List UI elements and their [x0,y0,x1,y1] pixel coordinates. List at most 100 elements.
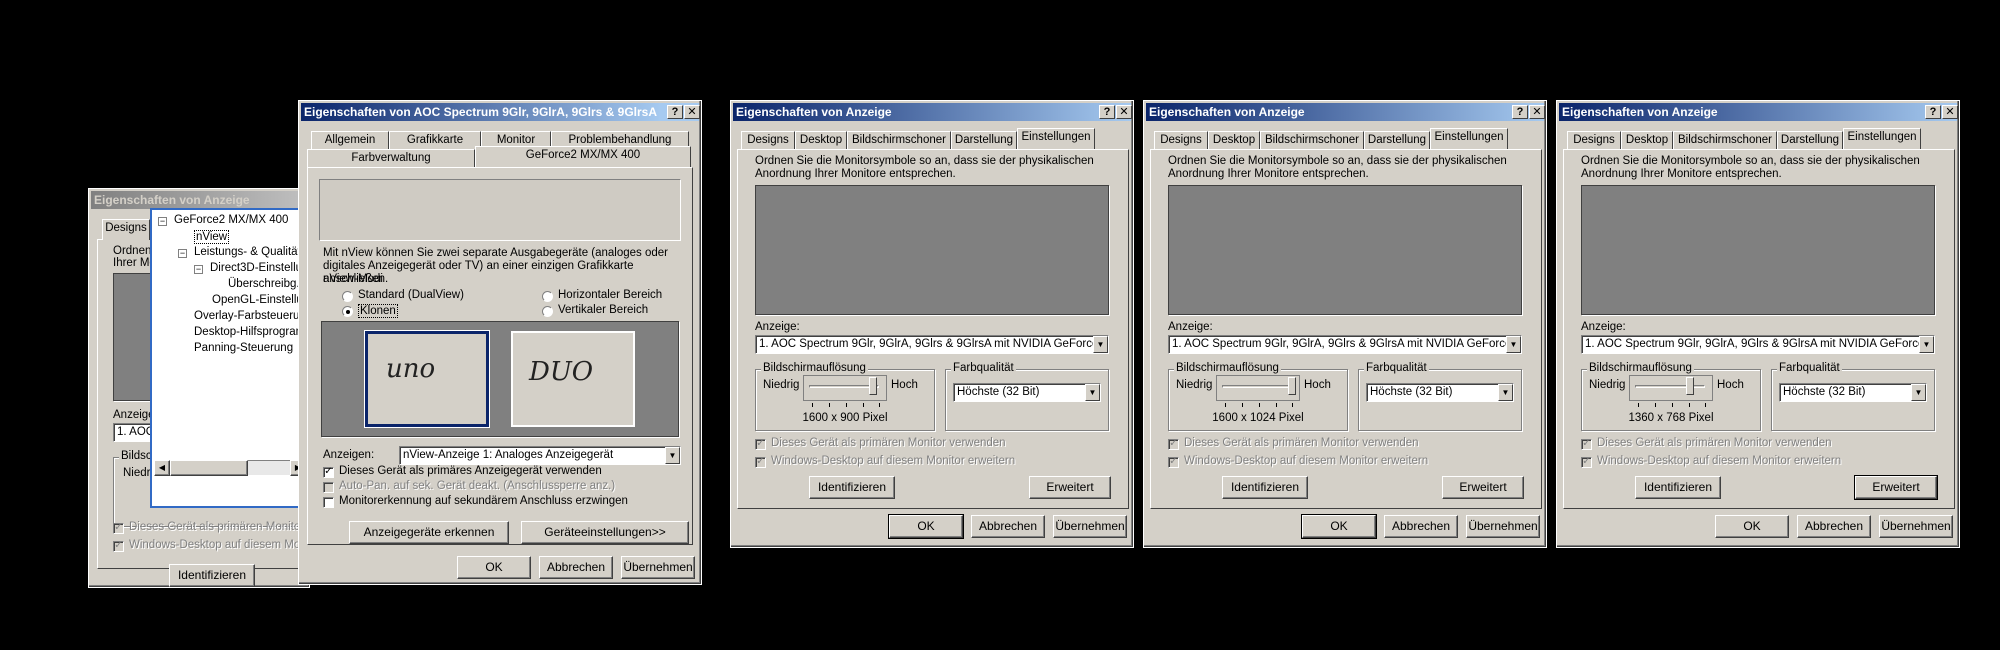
window-titlebar[interactable]: Eigenschaften von Anzeige [733,103,1131,121]
monitor-arrangement-area[interactable] [1168,185,1522,315]
ok-button[interactable]: OK [1715,515,1789,538]
extend-desktop-checkbox[interactable]: ✓ [755,457,766,468]
window-titlebar[interactable]: Eigenschaften von Anzeige [1559,103,1957,121]
extend-desktop-checkbox[interactable]: ✓ [1581,457,1592,468]
tab-darstellung[interactable]: Darstellung [1777,131,1843,149]
tab-bildschirmschoner[interactable]: Bildschirmschoner [1260,131,1364,149]
resolution-slider-thumb[interactable] [1288,377,1296,395]
chevron-down-icon[interactable]: ▼ [1911,384,1926,401]
primary-monitor-checkbox[interactable]: ✓ [755,439,766,450]
cancel-button[interactable]: Abbrechen [1384,515,1458,538]
chevron-down-icon[interactable]: ▼ [1498,384,1513,401]
bg-extend-checkbox[interactable]: ✓ [113,541,124,552]
tab-darstellung[interactable]: Darstellung [1364,131,1430,149]
nview-window-titlebar[interactable]: Eigenschaften von AOC Spectrum 9Glr, 9Gl… [301,103,661,121]
identify-button[interactable]: Identifizieren [1635,476,1721,499]
tab-darstellung[interactable]: Darstellung [951,131,1017,149]
tab-geforce[interactable]: GeForce2 MX/MX 400 [475,146,691,167]
tree-item-overlay[interactable]: Overlay-Farbsteuerung [194,310,308,322]
tab-designs[interactable]: Designs [1567,131,1621,149]
window-titlebar[interactable]: Eigenschaften von Anzeige [1146,103,1544,121]
cancel-button[interactable]: Abbrechen [1797,515,1871,538]
advanced-button[interactable]: Erweitert [1029,476,1111,499]
tree-collapse-icon[interactable]: − [178,249,187,258]
color-quality-select[interactable]: Höchste (32 Bit) ▼ [953,383,1101,402]
ok-button[interactable]: OK [1301,514,1377,539]
help-icon[interactable]: ? [1925,105,1941,119]
chevron-down-icon[interactable]: ▼ [1506,336,1521,353]
monitor-arrangement-area[interactable] [755,185,1109,315]
chevron-down-icon[interactable]: ▼ [1085,384,1100,401]
resolution-slider-track[interactable] [1222,385,1292,388]
primary-device-checkbox[interactable]: ✓ [323,467,334,478]
anzeigen-select[interactable]: nView-Anzeige 1: Analoges Anzeigegerät ▼ [399,446,681,465]
tab-designs[interactable]: Designs [1154,131,1208,149]
tab-allgemein[interactable]: Allgemein [311,131,389,149]
tab-einstellungen[interactable]: Einstellungen [1430,128,1508,149]
tree-item-geforce[interactable]: GeForce2 MX/MX 400 [174,214,288,226]
tree-collapse-icon[interactable]: − [158,217,167,226]
monitor-detect-checkbox[interactable] [323,497,334,508]
apply-button[interactable]: Übernehmen [1879,515,1953,538]
color-quality-select[interactable]: Höchste (32 Bit) ▼ [1779,383,1927,402]
resolution-slider-thumb[interactable] [869,377,877,395]
tab-einstellungen[interactable]: Einstellungen [1017,128,1095,149]
tab-farbverwaltung[interactable]: Farbverwaltung [307,149,475,167]
monitor-1-thumbnail[interactable]: uno [364,330,490,428]
identify-button[interactable]: Identifizieren [1222,476,1308,499]
device-settings-button[interactable]: Geräteeinstellungen>> [521,521,689,544]
help-icon[interactable]: ? [1099,105,1115,119]
tab-grafikkarte[interactable]: Grafikkarte [389,131,481,149]
radio-klonen[interactable] [342,306,353,317]
ok-button[interactable]: OK [888,514,964,539]
anzeige-select[interactable]: 1. AOC Spectrum 9Glr, 9GlrA, 9Glrs & 9Gl… [755,335,1109,354]
help-icon[interactable]: ? [1512,105,1528,119]
advanced-button[interactable]: Erweitert [1854,475,1938,500]
tree-item-override[interactable]: Überschreibg. d [228,278,308,290]
chevron-down-icon[interactable]: ▼ [665,447,680,464]
primary-monitor-checkbox[interactable]: ✓ [1581,439,1592,450]
detect-devices-button[interactable]: Anzeigegeräte erkennen [349,521,509,544]
tree-collapse-icon[interactable]: − [194,265,203,274]
identify-button[interactable]: Identifizieren [809,476,895,499]
primary-monitor-checkbox[interactable]: ✓ [1168,439,1179,450]
apply-button[interactable]: Übernehmen [1466,515,1540,538]
tree-item-performance[interactable]: Leistungs- & Qualitätsein [194,246,308,258]
close-icon[interactable]: ✕ [1116,105,1132,119]
bg-identify-button[interactable]: Identifizieren [169,564,255,587]
tab-desktop[interactable]: Desktop [795,131,847,149]
tree-item-nview[interactable]: nView [194,230,230,244]
monitor-arrangement-area[interactable] [1581,185,1935,315]
scroll-left-icon[interactable]: ◀ [154,460,170,476]
radio-horizontal[interactable] [542,291,553,302]
anzeige-select[interactable]: 1. AOC Spectrum 9Glr, 9GlrA, 9Glrs & 9Gl… [1581,335,1935,354]
anzeige-select[interactable]: 1. AOC Spectrum 9Glr, 9GlrA, 9Glrs & 9Gl… [1168,335,1522,354]
scroll-thumb[interactable] [170,460,248,476]
monitor-2-thumbnail[interactable]: DUO [510,330,636,428]
extend-desktop-checkbox[interactable]: ✓ [1168,457,1179,468]
chevron-down-icon[interactable]: ▼ [1093,336,1108,353]
close-icon[interactable]: ✕ [1942,105,1958,119]
resolution-slider-thumb[interactable] [1686,377,1694,395]
tree-item-direct3d[interactable]: Direct3D-Einstellung [210,262,308,274]
autopan-checkbox[interactable] [323,482,334,493]
cancel-button[interactable]: Abbrechen [971,515,1045,538]
apply-button[interactable]: Übernehmen [621,556,695,579]
bg-tab-designs[interactable]: Designs [102,219,150,240]
resolution-slider-track[interactable] [1635,385,1705,388]
bg-primary-checkbox[interactable]: ✓ [113,523,124,534]
close-icon[interactable]: ✕ [1529,105,1545,119]
ok-button[interactable]: OK [457,556,531,579]
apply-button[interactable]: Übernehmen [1053,515,1127,538]
tree-item-opengl[interactable]: OpenGL-Einstellung [212,294,308,306]
radio-standard[interactable] [342,291,353,302]
help-icon[interactable]: ? [667,105,683,119]
tab-desktop[interactable]: Desktop [1621,131,1673,149]
tab-einstellungen[interactable]: Einstellungen [1843,128,1921,149]
color-quality-select[interactable]: Höchste (32 Bit) ▼ [1366,383,1514,402]
chevron-down-icon[interactable]: ▼ [1919,336,1934,353]
advanced-button[interactable]: Erweitert [1442,476,1524,499]
tab-bildschirmschoner[interactable]: Bildschirmschoner [1673,131,1777,149]
tree-item-desktop-tools[interactable]: Desktop-Hilfsprogramme [194,326,308,338]
bg-window-titlebar[interactable]: Eigenschaften von Anzeige [91,191,307,209]
